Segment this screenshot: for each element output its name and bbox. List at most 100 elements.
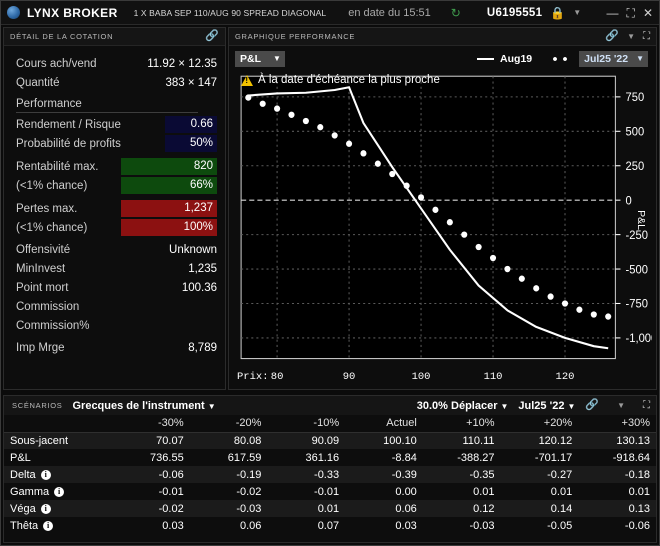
table-cell: -0.18 (624, 468, 650, 481)
column-header-+20%: +20% (543, 417, 573, 430)
y-axis-tick-label: -250 (626, 230, 648, 242)
legend-entry-solid: Aug19 (477, 53, 532, 65)
chevron-down-icon: ▼ (636, 54, 644, 63)
chart-panel-header: GRAPHIQUE PERFORMANCE 🔗 ▼ ⛶ (229, 28, 656, 46)
minimize-icon[interactable]: — (607, 7, 619, 19)
table-cell: 100.10 (383, 434, 417, 447)
table-cell: -0.39 (391, 468, 417, 481)
info-icon[interactable]: i (40, 469, 51, 480)
link-icon[interactable]: 🔗 (605, 31, 619, 42)
x-axis-label: Prix: (237, 371, 269, 383)
table-cell: -0.03 (236, 502, 262, 515)
perf-row-reward-risk: Rendement / Risque 0.66 (16, 115, 217, 134)
app-logo-icon (7, 6, 20, 19)
chart-panel-title: GRAPHIQUE PERFORMANCE (235, 32, 356, 41)
y-axis-tick-label: -500 (626, 264, 648, 276)
quote-row-value: 1,235 (188, 262, 217, 275)
link-icon[interactable]: 🔗 (585, 400, 599, 411)
table-cell: -0.02 (158, 502, 184, 515)
x-axis-tick-label: 90 (342, 371, 356, 383)
perf-value: 0.66 (165, 116, 217, 133)
column-header-label (4, 415, 112, 432)
table-cell: 120.12 (538, 434, 573, 447)
quote-row: Offensivité Unknown (16, 240, 217, 259)
perf-row-profit-probability: Probabilité de profits 50% (16, 134, 217, 153)
expand-icon[interactable]: ⛶ (643, 400, 650, 411)
quote-row: Point mort 100.36 (16, 278, 217, 297)
maximize-icon[interactable]: ⛶ (627, 7, 635, 19)
row-label: P&L (10, 451, 31, 464)
chart-date-select[interactable]: Jul25 '22 ▼ (579, 51, 648, 67)
x-axis-tick-label: 100 (411, 371, 431, 383)
perf-value: 50% (165, 135, 217, 152)
scenarios-table-head: -30% -20% -10% Actuel +10% +20% +30% (4, 415, 656, 432)
table-row: Sous-jacent 70.07 80.08 90.09 100.10 110.11 12… (4, 432, 656, 449)
chevron-down-icon[interactable]: ▼ (573, 8, 581, 17)
table-cell: 70.07 (156, 434, 184, 447)
quote-row: Quantité 383 × 147 (16, 73, 217, 92)
y-axis-tick-label: 0 (626, 195, 632, 207)
scenarios-panel: SCÉNARIOS Grecques de l'instrument ▼ 30.0… (3, 395, 657, 543)
table-cell: 736.55 (150, 451, 184, 464)
table-cell: -0.19 (236, 468, 262, 481)
chart-plot-area[interactable]: 750 500 250 0 -250 -500 -750 -1,000 À la date d… (235, 72, 657, 367)
quote-detail-title: DÉTAIL DE LA COTATION (10, 32, 114, 41)
warning-icon (241, 74, 253, 86)
row-label: Gamma i (4, 483, 112, 500)
column-header-+30%: +30% (621, 417, 650, 430)
table-cell: 0.06 (239, 519, 262, 532)
performance-plot-svg: 750 500 250 0 -250 -500 -750 -1,000 (240, 75, 657, 360)
table-cell: -0.02 (236, 485, 262, 498)
table-cell: -0.27 (547, 468, 573, 481)
table-row: Véga i -0.02 -0.03 0.01 0.06 0.12 0.14 0.13 (4, 500, 656, 517)
scenarios-header: SCÉNARIOS Grecques de l'instrument ▼ 30.0… (4, 396, 656, 415)
scenarios-date-select[interactable]: Jul25 '22 ▼ (518, 400, 575, 412)
link-icon[interactable]: 🔗 (205, 31, 219, 42)
scenarios-title: SCÉNARIOS (12, 401, 63, 410)
quote-row-value: 8,789 (188, 341, 217, 354)
max-loss-row: Pertes max. 1,237 (16, 199, 217, 218)
quote-row-label: Point mort (16, 281, 69, 294)
y-axis-tick-label: 500 (626, 126, 645, 138)
info-icon[interactable]: i (40, 503, 51, 514)
expiry-warning-text: À la date d'échéance la plus proche (258, 74, 440, 86)
info-icon[interactable]: i (54, 486, 65, 497)
x-axis-row: Prix: 80 90 100 110 120 (235, 369, 652, 387)
chevron-down-icon[interactable]: ▼ (627, 32, 635, 41)
greeks-menu[interactable]: Grecques de l'instrument ▼ (72, 400, 215, 412)
row-label: Sous-jacent (10, 434, 69, 447)
table-cell: -0.03 (469, 519, 495, 532)
info-icon[interactable]: i (43, 520, 54, 531)
greeks-menu-label: Grecques de l'instrument (72, 399, 205, 412)
shift-menu[interactable]: 30.0% Déplacer ▼ (417, 400, 509, 412)
scenarios-table-body: Sous-jacent 70.07 80.08 90.09 100.10 110.11 12… (4, 432, 656, 534)
table-cell: 0.13 (628, 502, 650, 515)
table-row: Gamma i -0.01 -0.02 -0.01 0.00 0.01 0.01 0.01 (4, 483, 656, 500)
metric-select-value: P&L (240, 53, 261, 65)
refresh-icon[interactable]: ↻ (451, 6, 461, 20)
y-axis-tick-label: 250 (626, 161, 645, 173)
chevron-down-icon[interactable]: ▼ (617, 401, 625, 410)
max-gain-value: 820 (121, 158, 217, 175)
quote-row-value: 383 × 147 (165, 76, 217, 89)
chevron-down-icon: ▼ (567, 401, 576, 411)
quote-row: Cours ach/vend 11.92 × 12.35 (16, 54, 217, 73)
table-cell: -8.84 (391, 451, 417, 464)
close-icon[interactable]: ✕ (643, 7, 653, 19)
table-cell: -388.27 (457, 451, 495, 464)
table-cell: -0.01 (314, 485, 340, 498)
account-number[interactable]: U6195551 (487, 7, 542, 19)
row-label: Véga i (4, 500, 112, 517)
expand-icon[interactable]: ⛶ (643, 31, 650, 42)
y-axis-tick-label: 750 (626, 92, 645, 104)
table-cell: -0.33 (314, 468, 340, 481)
quote-detail-body: Cours ach/vend 11.92 × 12.35 Quantité 38… (4, 46, 225, 389)
max-loss-chance-label: (<1% chance) (16, 221, 88, 234)
as-of-time: en date du 15:51 (348, 6, 431, 19)
quote-row-label: MinInvest (16, 262, 66, 275)
metric-select[interactable]: P&L ▼ (235, 51, 285, 67)
chart-date-value: Jul25 '22 (584, 53, 629, 65)
table-cell: 361.16 (305, 451, 340, 464)
lock-icon[interactable]: 🔒 (550, 7, 565, 19)
table-cell: 0.07 (317, 519, 340, 532)
